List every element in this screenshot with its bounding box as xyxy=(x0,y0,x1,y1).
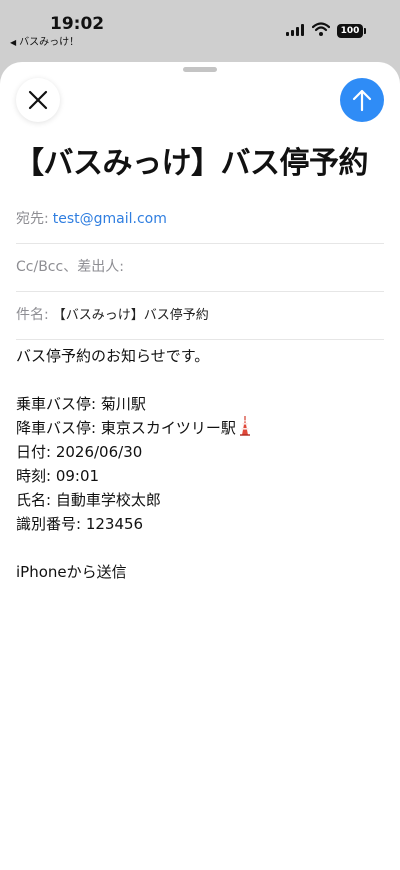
status-bar: 19:02 ◀ バスみっけ！ 100 xyxy=(0,0,400,58)
wifi-icon xyxy=(312,22,330,36)
body-name: 氏名: 自動車学校太郎 xyxy=(16,491,161,509)
to-recipient[interactable]: test@gmail.com xyxy=(53,211,167,227)
send-arrow-icon xyxy=(352,89,372,112)
body-intro: バス停予約のお知らせです。 xyxy=(16,347,210,365)
back-arrow-icon: ◀ xyxy=(10,38,17,47)
body-id-number: 識別番号: 123456 xyxy=(16,515,144,533)
back-to-app-link[interactable]: ◀ バスみっけ！ xyxy=(10,33,79,48)
subject-input[interactable]: 【バスみっけ】バス停予約 xyxy=(53,308,209,323)
body-alighting-stop: 降車バス停: 東京スカイツリー駅 xyxy=(16,419,236,437)
cc-bcc-label: Cc/Bcc、差出人: xyxy=(16,259,124,275)
battery-level: 100 xyxy=(340,26,360,36)
to-field[interactable]: 宛先: test@gmail.com xyxy=(16,195,384,244)
subject-field[interactable]: 件名: 【バスみっけ】バス停予約 xyxy=(16,291,384,340)
body-blank-line xyxy=(16,368,384,392)
body-alighting-row: 降車バス停: 東京スカイツリー駅 xyxy=(16,416,384,440)
page-title: 【バスみっけ】バス停予約 xyxy=(14,146,369,181)
mail-compose-screen: 19:02 ◀ バスみっけ！ 100 【バスみっけ】バス停予約 宛先: test… xyxy=(0,0,400,870)
body-signature: iPhoneから送信 xyxy=(16,563,127,581)
message-body[interactable]: バス停予約のお知らせです。 乗車バス停: 菊川駅 降車バス停: 東京スカイツリー… xyxy=(16,344,384,584)
battery-icon: 100 xyxy=(337,24,363,38)
cc-bcc-field[interactable]: Cc/Bcc、差出人: xyxy=(16,243,384,292)
compose-sheet: 【バスみっけ】バス停予約 宛先: test@gmail.com Cc/Bcc、差出… xyxy=(0,62,400,870)
battery-nub xyxy=(364,28,366,34)
close-button[interactable] xyxy=(16,78,60,122)
body-blank-line xyxy=(16,536,384,560)
sheet-grabber[interactable] xyxy=(183,67,217,72)
body-boarding-stop: 乗車バス停: 菊川駅 xyxy=(16,395,146,413)
back-app-label: バスみっけ！ xyxy=(19,37,80,48)
send-button[interactable] xyxy=(340,78,384,122)
close-icon xyxy=(28,90,48,110)
body-date: 日付: 2026/06/30 xyxy=(16,443,143,461)
status-time: 19:02 xyxy=(50,14,105,34)
subject-label: 件名: xyxy=(16,307,49,323)
body-time: 時刻: 09:01 xyxy=(16,467,100,485)
tokyo-tower-icon xyxy=(239,416,250,436)
signal-icon xyxy=(286,24,304,36)
to-label: 宛先: xyxy=(16,211,49,227)
